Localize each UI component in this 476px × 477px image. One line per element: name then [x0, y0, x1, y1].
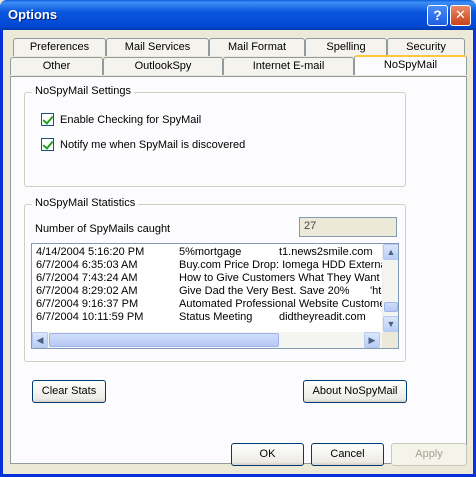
clear-stats-button[interactable]: Clear Stats: [32, 380, 106, 403]
list-item-subject: How to Give Customers What They Want: [179, 272, 380, 284]
close-button[interactable]: ✕: [450, 5, 471, 26]
tab-security[interactable]: Security: [387, 38, 465, 56]
spymail-list[interactable]: 4/14/2004 5:16:20 PM 5%mortgage t1.news2…: [31, 243, 399, 349]
enable-checking-label[interactable]: Enable Checking for SpyMail: [60, 114, 201, 126]
options-window: Options ? ✕ Preferences Mail Services Ma…: [0, 0, 476, 477]
notify-checkbox[interactable]: [41, 138, 54, 151]
tab-other[interactable]: Other: [10, 57, 103, 75]
scroll-corner: [382, 332, 398, 348]
horizontal-scrollbar[interactable]: ◀ ▶: [32, 332, 398, 348]
enable-checking-checkbox[interactable]: [41, 113, 54, 126]
vertical-scrollbar[interactable]: ▲ ▼: [382, 244, 398, 332]
tab-spelling[interactable]: Spelling: [305, 38, 387, 56]
notify-row[interactable]: Notify me when SpyMail is discovered: [41, 138, 245, 151]
ok-button[interactable]: OK: [231, 443, 304, 466]
apply-button[interactable]: Apply: [391, 443, 467, 466]
statistics-group-title: NoSpyMail Statistics: [32, 197, 139, 209]
list-item-date: 6/7/2004 9:16:37 PM: [36, 298, 139, 310]
list-item-date: 6/7/2004 7:43:24 AM: [36, 272, 138, 284]
scroll-up-icon[interactable]: ▲: [383, 244, 398, 260]
list-item-extra: didtheyreadit.com: [279, 311, 366, 323]
list-item-subject: Buy.com Price Drop: Iomega HDD External: [179, 259, 390, 271]
notify-label[interactable]: Notify me when SpyMail is discovered: [60, 139, 245, 151]
list-item-date: 6/7/2004 6:35:03 AM: [36, 259, 138, 271]
spymails-count-label: Number of SpyMails caught: [35, 223, 171, 235]
list-item-extra: t1.news2smile.com: [279, 246, 373, 258]
tab-preferences[interactable]: Preferences: [13, 38, 106, 56]
dialog-client: Preferences Mail Services Mail Format Sp…: [3, 30, 473, 474]
list-item-extra: 'ht: [370, 285, 382, 297]
about-nospymail-button[interactable]: About NoSpyMail: [303, 380, 407, 403]
enable-checking-row[interactable]: Enable Checking for SpyMail: [41, 113, 201, 126]
spymails-count-field: 27: [299, 217, 397, 237]
title-bar[interactable]: Options ? ✕: [0, 0, 476, 30]
list-item-subject: Status Meeting: [179, 311, 253, 323]
list-item-date: 6/7/2004 10:11:59 PM: [36, 311, 144, 323]
nospymail-panel: NoSpyMail Settings Enable Checking for S…: [10, 76, 467, 464]
horizontal-scroll-thumb[interactable]: [49, 333, 279, 347]
list-item-subject: Give Dad the Very Best. Save 20%: [179, 285, 350, 297]
cancel-button[interactable]: Cancel: [311, 443, 384, 466]
settings-group-title: NoSpyMail Settings: [32, 85, 134, 97]
settings-group: NoSpyMail Settings Enable Checking for S…: [24, 85, 406, 187]
window-title: Options: [8, 7, 58, 22]
scroll-down-icon[interactable]: ▼: [383, 316, 398, 332]
scroll-left-icon[interactable]: ◀: [32, 332, 48, 348]
list-item-subject: Automated Professional Website Customer: [179, 298, 390, 310]
list-item-date: 4/14/2004 5:16:20 PM: [36, 246, 145, 258]
list-item-date: 6/7/2004 8:29:02 AM: [36, 285, 138, 297]
tab-outlookspy[interactable]: OutlookSpy: [103, 57, 223, 75]
tab-internet-email[interactable]: Internet E-mail: [223, 57, 354, 75]
help-button[interactable]: ?: [427, 5, 448, 26]
list-item-subject: 5%mortgage: [179, 246, 242, 258]
tab-nospymail[interactable]: NoSpyMail: [354, 55, 467, 75]
vertical-scroll-thumb[interactable]: [384, 302, 398, 312]
scroll-right-icon[interactable]: ▶: [364, 332, 380, 348]
tab-mail-format[interactable]: Mail Format: [209, 38, 305, 56]
tab-mail-services[interactable]: Mail Services: [106, 38, 209, 56]
